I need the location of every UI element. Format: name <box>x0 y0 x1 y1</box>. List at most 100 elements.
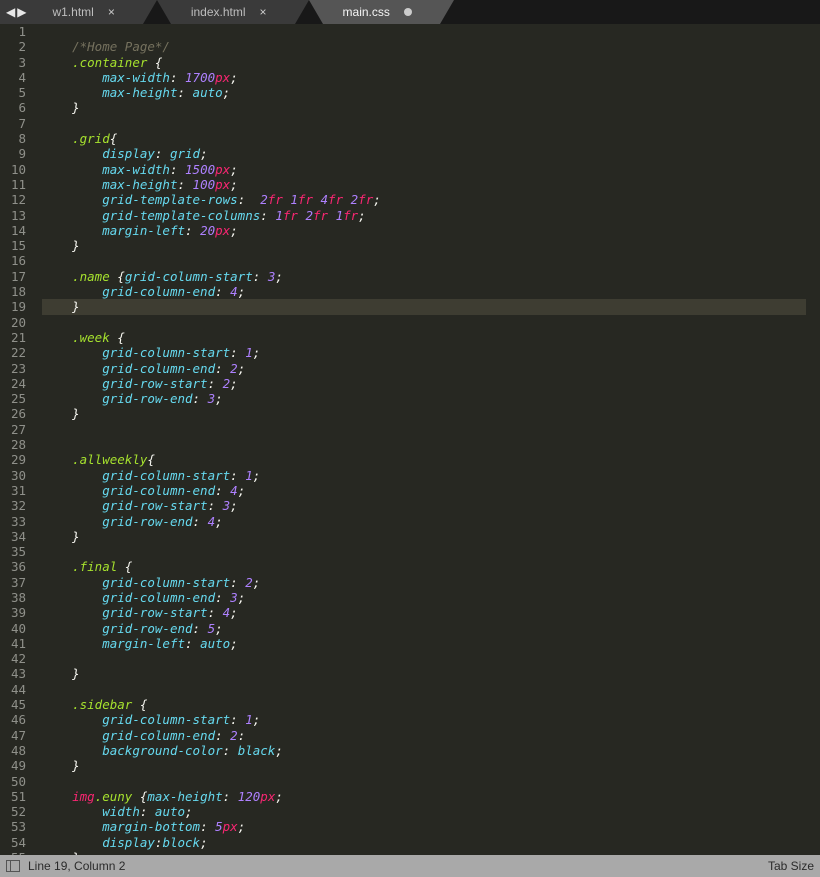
code-line[interactable]: grid-row-end: 5; <box>42 621 806 636</box>
line-number-gutter: 1234567891011121314151617181920212223242… <box>0 24 34 855</box>
tab-index-html[interactable]: index.html × <box>171 0 295 24</box>
line-number: 50 <box>0 774 26 789</box>
code-line[interactable]: grid-column-end: 2; <box>42 361 806 376</box>
nav-forward-icon[interactable]: ▶ <box>17 5 26 19</box>
line-number: 14 <box>0 223 26 238</box>
line-number: 33 <box>0 514 26 529</box>
cursor-position[interactable]: Line 19, Column 2 <box>28 859 125 873</box>
line-number: 16 <box>0 253 26 268</box>
code-line[interactable]: grid-column-end: 4; <box>42 483 806 498</box>
code-line[interactable]: grid-row-start: 4; <box>42 605 806 620</box>
code-line[interactable] <box>42 774 806 789</box>
code-line[interactable]: img.euny {max-height: 120px; <box>42 789 806 804</box>
line-number: 11 <box>0 177 26 192</box>
line-number: 34 <box>0 529 26 544</box>
code-line[interactable]: /*Home Page*/ <box>42 39 806 54</box>
code-line[interactable]: grid-column-start: 2; <box>42 575 806 590</box>
code-line[interactable]: background-color: black; <box>42 743 806 758</box>
code-line[interactable]: max-width: 1500px; <box>42 162 806 177</box>
line-number: 3 <box>0 55 26 70</box>
code-line[interactable] <box>42 651 806 666</box>
code-line[interactable]: grid-row-end: 4; <box>42 514 806 529</box>
line-number: 40 <box>0 621 26 636</box>
code-line[interactable]: grid-row-end: 3; <box>42 391 806 406</box>
code-line[interactable]: } <box>42 238 806 253</box>
code-line[interactable]: margin-bottom: 5px; <box>42 819 806 834</box>
tab-slant <box>295 0 309 24</box>
editor[interactable]: 1234567891011121314151617181920212223242… <box>0 24 820 855</box>
tab-w1-html[interactable]: w1.html × <box>32 0 142 24</box>
line-number: 29 <box>0 452 26 467</box>
line-number: 4 <box>0 70 26 85</box>
line-number: 53 <box>0 819 26 834</box>
code-line[interactable]: max-height: auto; <box>42 85 806 100</box>
line-number: 31 <box>0 483 26 498</box>
line-number: 30 <box>0 468 26 483</box>
code-line[interactable]: grid-column-start: 1; <box>42 345 806 360</box>
tab-label: main.css <box>343 5 390 19</box>
code-line[interactable]: grid-template-rows: 2fr 1fr 4fr 2fr; <box>42 192 806 207</box>
code-line[interactable]: .container { <box>42 55 806 70</box>
code-line[interactable]: grid-column-end: 2: <box>42 728 806 743</box>
tab-history-nav[interactable]: ◀ ▶ <box>0 0 32 24</box>
code-line[interactable]: .grid{ <box>42 131 806 146</box>
line-number: 51 <box>0 789 26 804</box>
indentation-selector[interactable]: Tab Size <box>768 859 814 873</box>
code-line[interactable]: .week { <box>42 330 806 345</box>
tab-main-css[interactable]: main.css <box>323 0 440 24</box>
line-number: 2 <box>0 39 26 54</box>
line-number: 38 <box>0 590 26 605</box>
code-line[interactable]: grid-column-end: 4; <box>42 284 806 299</box>
code-line[interactable]: .sidebar { <box>42 697 806 712</box>
code-area[interactable]: /*Home Page*/ .container { max-width: 17… <box>34 24 806 855</box>
line-number: 35 <box>0 544 26 559</box>
code-line[interactable]: grid-column-end: 3; <box>42 590 806 605</box>
code-line[interactable] <box>42 253 806 268</box>
close-icon[interactable]: × <box>260 5 267 19</box>
code-line[interactable] <box>42 682 806 697</box>
code-line[interactable] <box>42 315 806 330</box>
code-line[interactable]: } <box>42 529 806 544</box>
code-line[interactable]: grid-template-columns: 1fr 2fr 1fr; <box>42 208 806 223</box>
code-line[interactable]: display:block; <box>42 835 806 850</box>
code-line[interactable]: } <box>42 100 806 115</box>
nav-back-icon[interactable]: ◀ <box>6 5 15 19</box>
line-number: 20 <box>0 315 26 330</box>
code-line[interactable]: max-height: 100px; <box>42 177 806 192</box>
code-line[interactable]: } <box>42 758 806 773</box>
code-line[interactable]: margin-left: auto; <box>42 636 806 651</box>
code-line[interactable]: grid-row-start: 2; <box>42 376 806 391</box>
code-line[interactable]: .final { <box>42 559 806 574</box>
tab-bar: ◀ ▶ w1.html × index.html × main.css <box>0 0 820 24</box>
code-line[interactable]: } <box>42 406 806 421</box>
code-line[interactable]: width: auto; <box>42 804 806 819</box>
code-line[interactable]: margin-left: 20px; <box>42 223 806 238</box>
line-number: 8 <box>0 131 26 146</box>
code-line[interactable] <box>42 437 806 452</box>
code-line[interactable]: grid-row-start: 3; <box>42 498 806 513</box>
code-line[interactable] <box>42 422 806 437</box>
line-number: 39 <box>0 605 26 620</box>
code-line[interactable] <box>42 544 806 559</box>
code-line[interactable] <box>42 24 806 39</box>
line-number: 17 <box>0 269 26 284</box>
code-line[interactable]: max-width: 1700px; <box>42 70 806 85</box>
code-line[interactable]: grid-column-start: 1; <box>42 712 806 727</box>
line-number: 41 <box>0 636 26 651</box>
tab-label: index.html <box>191 5 246 19</box>
code-line[interactable]: .name {grid-column-start: 3; <box>42 269 806 284</box>
minimap[interactable] <box>806 24 820 855</box>
code-line[interactable]: } <box>42 666 806 681</box>
line-number: 13 <box>0 208 26 223</box>
code-line[interactable]: grid-column-start: 1; <box>42 468 806 483</box>
line-number: 32 <box>0 498 26 513</box>
status-bar: Line 19, Column 2 Tab Size <box>0 855 820 877</box>
line-number: 44 <box>0 682 26 697</box>
code-line[interactable] <box>42 116 806 131</box>
line-number: 25 <box>0 391 26 406</box>
code-line[interactable]: .allweekly{ <box>42 452 806 467</box>
code-line[interactable]: } <box>42 299 806 314</box>
code-line[interactable]: display: grid; <box>42 146 806 161</box>
toggle-sidebar-icon[interactable] <box>6 860 20 872</box>
close-icon[interactable]: × <box>108 5 115 19</box>
